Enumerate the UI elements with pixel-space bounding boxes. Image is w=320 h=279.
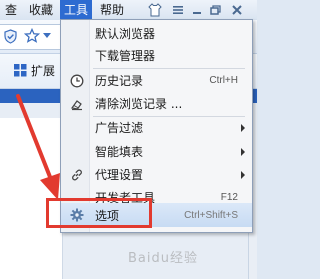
menu-bar: 查看 收藏 工具 帮助: [0, 0, 257, 37]
submenu-arrow-icon: [241, 171, 245, 179]
link-icon: [72, 169, 82, 181]
menu-item-label: 清除浏览记录 ...: [95, 97, 183, 111]
menu-item-shortcut: Ctrl+Shift+S: [184, 210, 238, 221]
menu-item-label: 广告过滤: [95, 121, 144, 135]
shield-check-icon[interactable]: [3, 29, 18, 44]
menu-favorites[interactable]: 收藏: [26, 0, 56, 20]
menu-item-history[interactable]: 历史记录 Ctrl+H: [61, 70, 252, 92]
menu-item-label: 下载管理器: [95, 49, 156, 63]
menu-tools[interactable]: 工具: [60, 0, 92, 20]
main-menu-icon[interactable]: [171, 3, 185, 17]
extension-label[interactable]: 扩展: [31, 62, 55, 79]
clock-icon: [70, 74, 84, 88]
menu-item-label: 历史记录: [95, 74, 144, 88]
menu-item-download-manager[interactable]: 下载管理器: [61, 45, 252, 67]
menu-item-clear-history[interactable]: 清除浏览记录 ...: [61, 93, 252, 115]
menu-separator: [93, 68, 245, 69]
menu-item-label: 代理设置: [95, 168, 144, 182]
highlight-box: [46, 198, 152, 228]
menu-item-label: 智能填表: [95, 145, 144, 159]
submenu-arrow-icon: [241, 148, 245, 156]
menu-item-ad-filter[interactable]: 广告过滤: [61, 117, 252, 139]
eraser-icon: [70, 100, 82, 111]
skin-icon[interactable]: [148, 3, 162, 17]
minimize-icon[interactable]: [190, 3, 204, 17]
menu-view[interactable]: 查看: [0, 0, 22, 37]
menu-help[interactable]: 帮助: [96, 0, 128, 20]
extensions-grid-icon: [14, 64, 27, 77]
restore-icon[interactable]: [208, 3, 222, 17]
menu-item-smart-fill[interactable]: 智能填表: [61, 141, 252, 163]
menu-item-shortcut: Ctrl+H: [209, 75, 238, 86]
menu-item-proxy-settings[interactable]: 代理设置: [61, 164, 252, 186]
menu-item-default-browser[interactable]: 默认浏览器: [61, 23, 252, 45]
close-icon[interactable]: [230, 3, 244, 17]
chevron-down-icon[interactable]: [43, 33, 51, 39]
submenu-arrow-icon: [241, 124, 245, 132]
menu-item-label: 默认浏览器: [95, 27, 156, 41]
address-bar-fragment[interactable]: [0, 24, 63, 50]
star-icon[interactable]: [24, 28, 40, 44]
watermark: Baidu经验: [128, 251, 198, 266]
